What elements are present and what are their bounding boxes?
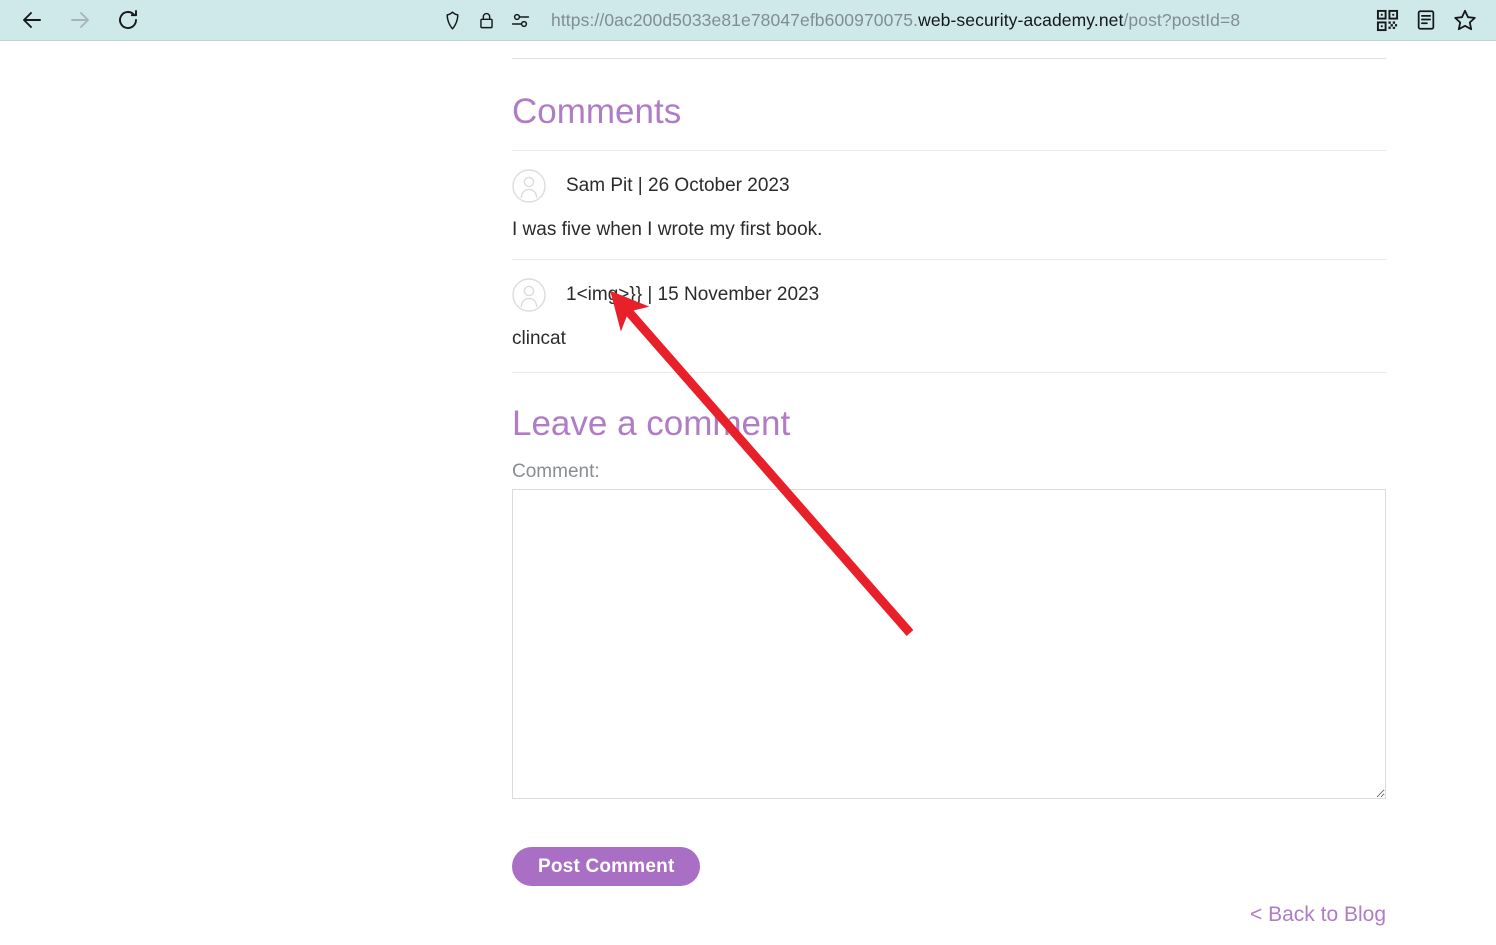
comment-header: 1<img>}} | 15 November 2023 [512, 278, 1386, 312]
bookmark-star-icon[interactable] [1453, 8, 1477, 32]
comment-item: 1<img>}} | 15 November 2023 clincat [512, 278, 1386, 350]
back-button[interactable] [12, 0, 52, 40]
page-content: Comments Sam Pit | 26 October 2023 I was… [0, 41, 1496, 945]
avatar [512, 169, 546, 203]
back-to-blog-link[interactable]: < Back to Blog [1250, 903, 1386, 927]
comment-author-date: Sam Pit | 26 October 2023 [566, 175, 790, 196]
address-bar-icons [442, 10, 531, 31]
qr-code-icon[interactable] [1376, 9, 1399, 32]
shield-icon[interactable] [442, 10, 463, 31]
browser-toolbar: https://0ac200d5033e81e78047efb600970075… [0, 0, 1496, 41]
comment-body: clincat [512, 328, 566, 349]
permissions-icon[interactable] [510, 10, 531, 31]
divider-before-form [512, 372, 1386, 373]
comment-body: I was five when I wrote my first book. [512, 219, 823, 240]
divider-comments [512, 150, 1386, 151]
forward-button[interactable] [60, 0, 100, 40]
avatar [512, 278, 546, 312]
post-comment-button[interactable]: Post Comment [512, 847, 701, 886]
reload-icon [119, 10, 137, 29]
comment-field-label: Comment: [512, 461, 600, 482]
comment-header: Sam Pit | 26 October 2023 [512, 169, 1386, 203]
url-text[interactable]: https://0ac200d5033e81e78047efb600970075… [551, 10, 1240, 31]
comment-input[interactable] [512, 489, 1386, 799]
address-bar[interactable]: https://0ac200d5033e81e78047efb600970075… [174, 0, 1376, 40]
divider-top [512, 58, 1386, 59]
url-prefix: https://0ac200d5033e81e78047efb600970075… [551, 9, 919, 30]
comments-heading: Comments [512, 92, 682, 131]
leave-comment-heading: Leave a comment [512, 404, 791, 443]
lock-icon[interactable] [477, 11, 496, 30]
divider-between-comments [512, 259, 1386, 260]
forward-arrow-icon [71, 12, 89, 28]
comment-item: Sam Pit | 26 October 2023 I was five whe… [512, 169, 1386, 241]
back-arrow-icon [23, 12, 41, 28]
url-suffix: /post?postId=8 [1123, 9, 1241, 30]
comment-author-date: 1<img>}} | 15 November 2023 [566, 284, 820, 305]
toolbar-actions [1376, 8, 1477, 32]
reload-button[interactable] [108, 0, 148, 40]
reader-mode-icon[interactable] [1415, 9, 1437, 31]
url-domain: web-security-academy.net [918, 9, 1124, 30]
